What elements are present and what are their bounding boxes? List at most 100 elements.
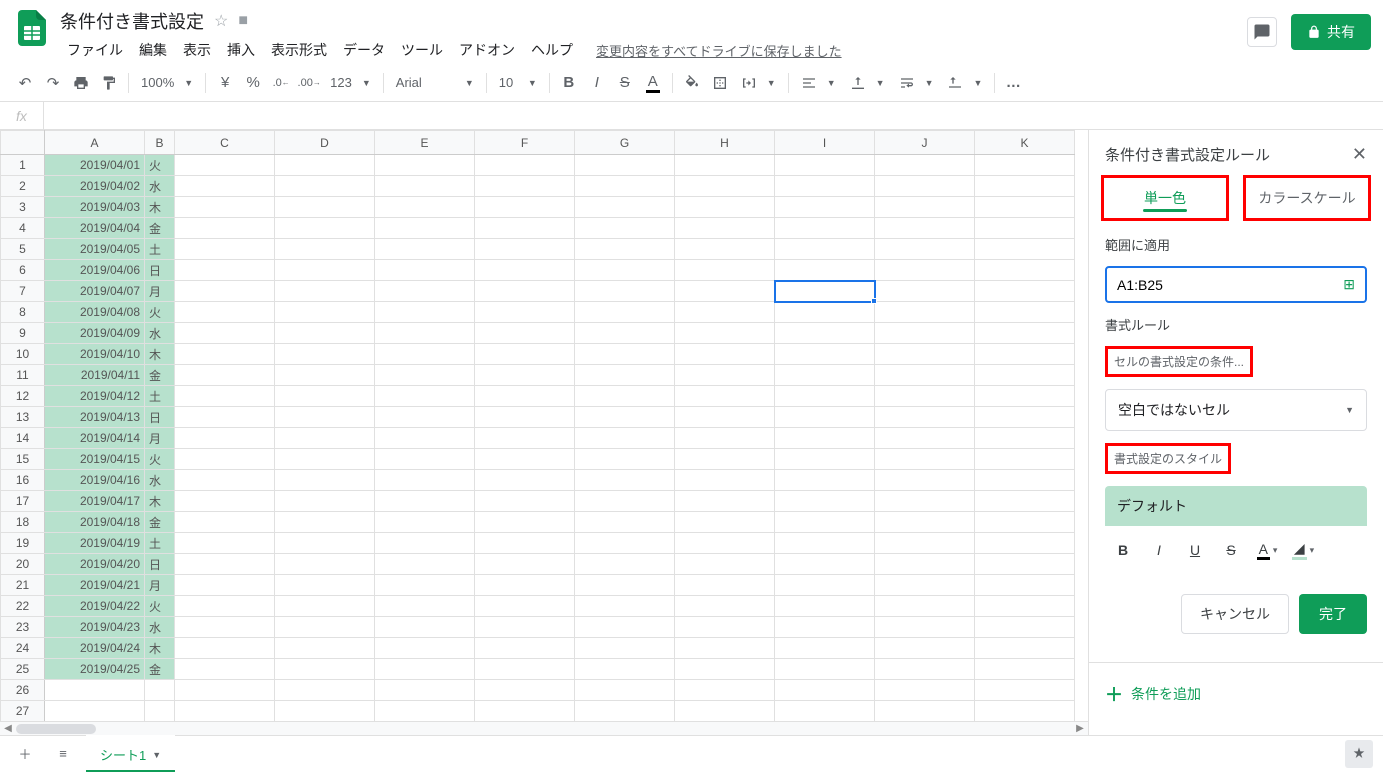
- cell-C7[interactable]: [175, 281, 275, 302]
- cell-K18[interactable]: [975, 512, 1075, 533]
- cell-J4[interactable]: [875, 218, 975, 239]
- cell-H20[interactable]: [675, 554, 775, 575]
- column-header-E[interactable]: E: [375, 131, 475, 155]
- style-bold-button[interactable]: B: [1109, 536, 1137, 564]
- document-title[interactable]: 条件付き書式設定: [60, 8, 204, 34]
- cell-C20[interactable]: [175, 554, 275, 575]
- cell-J16[interactable]: [875, 470, 975, 491]
- cell-J23[interactable]: [875, 617, 975, 638]
- cell-J5[interactable]: [875, 239, 975, 260]
- cell-A14[interactable]: 2019/04/14: [45, 428, 145, 449]
- range-input[interactable]: [1117, 277, 1343, 293]
- redo-button[interactable]: ↷: [40, 70, 66, 96]
- cell-D6[interactable]: [275, 260, 375, 281]
- cell-K11[interactable]: [975, 365, 1075, 386]
- cell-G15[interactable]: [575, 449, 675, 470]
- cell-J20[interactable]: [875, 554, 975, 575]
- cell-H9[interactable]: [675, 323, 775, 344]
- add-rule-button[interactable]: ＋ 条件を追加: [1089, 662, 1383, 725]
- cell-I16[interactable]: [775, 470, 875, 491]
- cell-H6[interactable]: [675, 260, 775, 281]
- column-header-J[interactable]: J: [875, 131, 975, 155]
- cell-B10[interactable]: 木: [145, 344, 175, 365]
- column-header-H[interactable]: H: [675, 131, 775, 155]
- font-size-dropdown[interactable]: 10▼: [493, 70, 543, 96]
- cell-K7[interactable]: [975, 281, 1075, 302]
- cell-E1[interactable]: [375, 155, 475, 176]
- cell-G17[interactable]: [575, 491, 675, 512]
- cell-K8[interactable]: [975, 302, 1075, 323]
- cell-E21[interactable]: [375, 575, 475, 596]
- cell-I18[interactable]: [775, 512, 875, 533]
- text-wrap-button[interactable]: ▼: [893, 70, 940, 96]
- cell-B6[interactable]: 日: [145, 260, 175, 281]
- cell-I15[interactable]: [775, 449, 875, 470]
- cell-G10[interactable]: [575, 344, 675, 365]
- row-header[interactable]: 4: [1, 218, 45, 239]
- menu-help[interactable]: ヘルプ: [524, 36, 580, 64]
- cell-G11[interactable]: [575, 365, 675, 386]
- cell-G27[interactable]: [575, 701, 675, 722]
- cell-E27[interactable]: [375, 701, 475, 722]
- cell-C21[interactable]: [175, 575, 275, 596]
- cell-J17[interactable]: [875, 491, 975, 512]
- row-header[interactable]: 14: [1, 428, 45, 449]
- cell-I13[interactable]: [775, 407, 875, 428]
- cell-J18[interactable]: [875, 512, 975, 533]
- cell-D11[interactable]: [275, 365, 375, 386]
- cell-E16[interactable]: [375, 470, 475, 491]
- cell-H24[interactable]: [675, 638, 775, 659]
- cell-C24[interactable]: [175, 638, 275, 659]
- fill-color-button[interactable]: [679, 70, 705, 96]
- condition-select[interactable]: 空白ではないセル ▼: [1105, 389, 1367, 431]
- cell-A23[interactable]: 2019/04/23: [45, 617, 145, 638]
- cell-J11[interactable]: [875, 365, 975, 386]
- cell-C15[interactable]: [175, 449, 275, 470]
- cell-F21[interactable]: [475, 575, 575, 596]
- cell-A22[interactable]: 2019/04/22: [45, 596, 145, 617]
- cell-B25[interactable]: 金: [145, 659, 175, 680]
- column-header-K[interactable]: K: [975, 131, 1075, 155]
- menu-data[interactable]: データ: [336, 36, 392, 64]
- row-header[interactable]: 9: [1, 323, 45, 344]
- cell-I11[interactable]: [775, 365, 875, 386]
- cell-B12[interactable]: 土: [145, 386, 175, 407]
- row-header[interactable]: 22: [1, 596, 45, 617]
- cell-I22[interactable]: [775, 596, 875, 617]
- cell-I21[interactable]: [775, 575, 875, 596]
- menu-format[interactable]: 表示形式: [264, 36, 334, 64]
- cell-J7[interactable]: [875, 281, 975, 302]
- cell-H21[interactable]: [675, 575, 775, 596]
- cell-K3[interactable]: [975, 197, 1075, 218]
- cell-H15[interactable]: [675, 449, 775, 470]
- comments-button[interactable]: [1247, 17, 1277, 47]
- tab-single-color[interactable]: 単一色: [1101, 175, 1229, 221]
- cell-D3[interactable]: [275, 197, 375, 218]
- cell-H8[interactable]: [675, 302, 775, 323]
- cell-E10[interactable]: [375, 344, 475, 365]
- cell-C2[interactable]: [175, 176, 275, 197]
- cell-I26[interactable]: [775, 680, 875, 701]
- cell-A17[interactable]: 2019/04/17: [45, 491, 145, 512]
- currency-button[interactable]: ¥: [212, 70, 238, 96]
- grid-select-icon[interactable]: ⊞: [1343, 276, 1355, 293]
- cell-K26[interactable]: [975, 680, 1075, 701]
- cell-D13[interactable]: [275, 407, 375, 428]
- cell-D12[interactable]: [275, 386, 375, 407]
- cell-C3[interactable]: [175, 197, 275, 218]
- cell-A21[interactable]: 2019/04/21: [45, 575, 145, 596]
- cell-E9[interactable]: [375, 323, 475, 344]
- cell-F3[interactable]: [475, 197, 575, 218]
- cell-B11[interactable]: 金: [145, 365, 175, 386]
- cell-D4[interactable]: [275, 218, 375, 239]
- cell-H1[interactable]: [675, 155, 775, 176]
- cell-G21[interactable]: [575, 575, 675, 596]
- cell-A12[interactable]: 2019/04/12: [45, 386, 145, 407]
- cell-I17[interactable]: [775, 491, 875, 512]
- cell-K22[interactable]: [975, 596, 1075, 617]
- cell-J1[interactable]: [875, 155, 975, 176]
- cell-D22[interactable]: [275, 596, 375, 617]
- cell-A2[interactable]: 2019/04/02: [45, 176, 145, 197]
- cell-E5[interactable]: [375, 239, 475, 260]
- style-strikethrough-button[interactable]: S: [1217, 536, 1245, 564]
